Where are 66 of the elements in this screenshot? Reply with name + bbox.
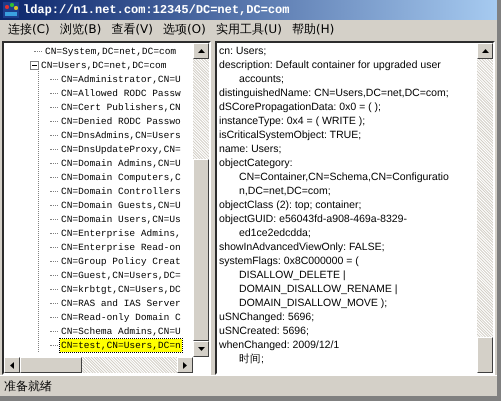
tree-item[interactable]: CN=Users,DC=net,DC=com <box>40 58 168 72</box>
status-text: 准备就绪 <box>4 378 52 394</box>
attribute-text: dSCorePropagationData: 0x0 = ( ); <box>219 100 382 114</box>
window-title: ldap://n1.net.com:12345/DC=net,DC=com <box>23 3 290 17</box>
scroll-thumb[interactable] <box>193 159 209 341</box>
tree-item[interactable]: CN=Domain Admins,CN=U <box>60 156 182 170</box>
menu-item[interactable]: 选项(O) <box>160 21 208 38</box>
tree-item[interactable]: CN=System,DC=net,DC=com <box>44 44 178 58</box>
collapse-icon[interactable] <box>30 60 39 70</box>
attribute-text: objectGUID: e56043fd-a908-469a-8329- <box>219 212 408 226</box>
attribute-text: instanceType: 0x4 = ( WRITE ); <box>219 114 366 128</box>
menu-item[interactable]: 查看(V) <box>109 21 155 38</box>
attribute-text: whenChanged: 2009/12/1 <box>219 338 340 352</box>
tree-item[interactable]: CN=DnsUpdateProxy,CN= <box>60 142 182 156</box>
tree-item[interactable]: CN=Domain Computers,C <box>60 170 182 184</box>
app-icon <box>3 2 19 18</box>
tree-item[interactable]: CN=Administrator,CN=U <box>60 72 182 86</box>
attribute-text: name: Users; <box>219 142 282 156</box>
attribute-text: 时间; <box>238 352 265 366</box>
attribute-text: objectClass (2): top; container; <box>219 198 362 212</box>
menu-item[interactable]: 浏览(B) <box>58 21 104 38</box>
attribute-text: description: Default container for upgraded user <box>219 58 442 72</box>
tree-item[interactable]: CN=Enterprise Read-on <box>60 240 182 254</box>
attribute-text: systemFlags: 0x8C000000 = ( <box>219 254 360 268</box>
scroll-up-icon[interactable] <box>477 43 493 59</box>
tree-item[interactable]: CN=RAS and IAS Server <box>60 296 182 310</box>
attribute-text: DOMAIN_DISALLOW_RENAME | <box>238 282 399 296</box>
menu-item[interactable]: 实用工具(U) <box>214 21 284 38</box>
vertical-scrollbar[interactable] <box>477 43 493 373</box>
attribute-text: uSNCreated: 5696; <box>219 324 310 338</box>
attribute-text: accounts; <box>238 72 285 86</box>
tree-item[interactable]: CN=Cert Publishers,CN <box>60 100 182 114</box>
tree-item[interactable]: CN=Group Policy Creat <box>60 254 182 268</box>
attribute-text: DOMAIN_DISALLOW_MOVE ); <box>238 296 388 310</box>
attribute-text: showInAdvancedViewOnly: FALSE; <box>219 240 386 254</box>
attribute-text: ed1ce2edcdda; <box>238 226 312 240</box>
attribute-text: isCriticalSystemObject: TRUE; <box>219 128 362 142</box>
tree-item[interactable]: CN=Domain Users,CN=Us <box>60 212 182 226</box>
attribute-text: DISALLOW_DELETE | <box>238 268 347 282</box>
tree-item[interactable]: CN=Allowed RODC Passw <box>60 86 182 100</box>
menu-item[interactable]: 连接(C) <box>6 21 52 38</box>
tree-item[interactable]: CN=DnsAdmins,CN=Users <box>60 128 182 142</box>
attribute-text: CN=Container,CN=Schema,CN=Configuratio <box>238 170 450 184</box>
scroll-right-icon[interactable] <box>177 357 193 373</box>
tree-item[interactable]: CN=Schema Admins,CN=U <box>60 324 182 338</box>
attribute-text: n,DC=net,DC=com; <box>238 184 332 198</box>
vertical-scrollbar[interactable] <box>193 43 209 357</box>
attribute-text: uSNChanged: 5696; <box>219 310 316 324</box>
tree-item[interactable]: CN=Read-only Domain C <box>60 310 182 324</box>
scroll-up-icon[interactable] <box>193 43 209 59</box>
attribute-text: objectCategory: <box>219 156 294 170</box>
scroll-left-icon[interactable] <box>4 357 20 373</box>
scroll-thumb[interactable] <box>477 337 493 373</box>
scroll-down-icon[interactable] <box>193 341 209 357</box>
tree-item[interactable]: CN=Domain Guests,CN=U <box>60 198 182 212</box>
horizontal-scrollbar[interactable] <box>4 357 193 373</box>
tree-item[interactable]: CN=Denied RODC Passwo <box>60 114 182 128</box>
tree-item[interactable]: CN=test,CN=Users,DC=n <box>60 338 182 352</box>
scroll-thumb[interactable] <box>20 357 82 373</box>
attribute-text: cn: Users; <box>219 44 268 58</box>
tree-item[interactable]: CN=Enterprise Admins, <box>60 226 182 240</box>
attribute-text: distinguishedName: CN=Users,DC=net,DC=com; <box>219 86 450 100</box>
menu-item[interactable]: 帮助(H) <box>290 21 336 38</box>
tree-item[interactable]: CN=Domain Controllers <box>60 184 182 198</box>
tree-item[interactable]: CN=krbtgt,CN=Users,DC <box>60 282 182 296</box>
tree-item[interactable]: CN=Guest,CN=Users,DC= <box>60 268 182 282</box>
